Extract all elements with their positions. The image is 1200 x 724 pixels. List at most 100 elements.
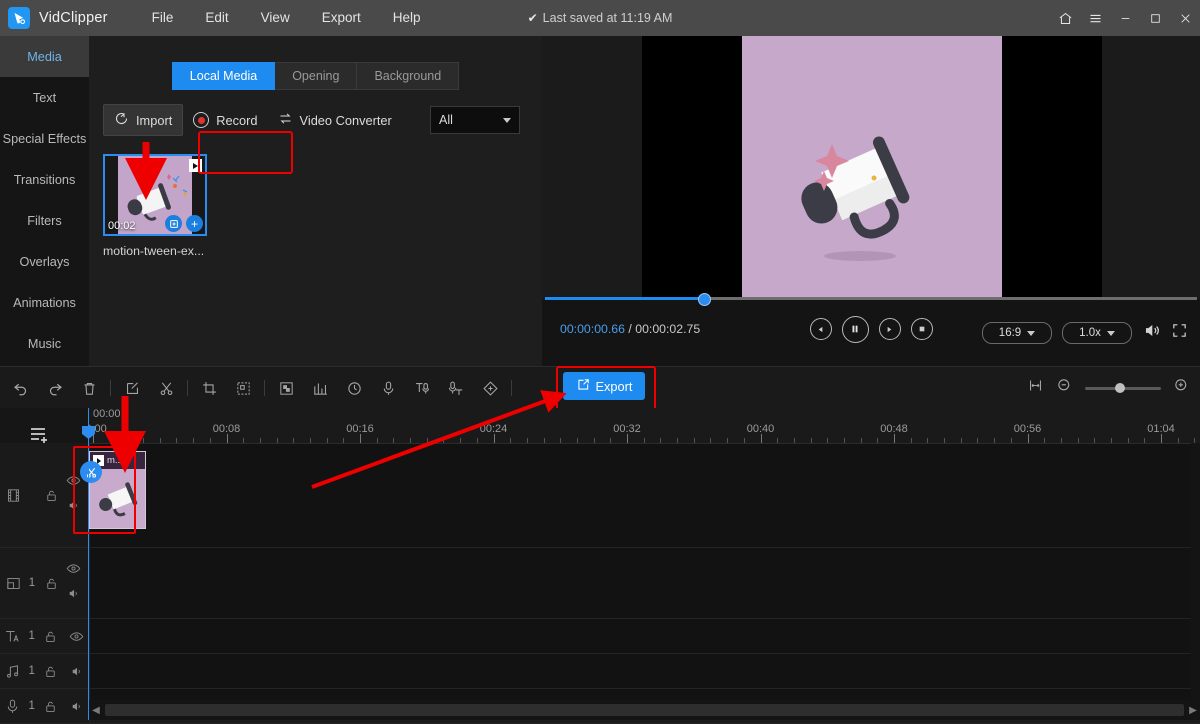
track-body-music[interactable] xyxy=(89,654,1200,688)
import-button[interactable]: Import xyxy=(103,104,184,136)
audio-waveform-icon[interactable] xyxy=(303,367,337,409)
media-toolbar: Import Record Video Converter All xyxy=(89,90,542,136)
step-back-icon[interactable] xyxy=(809,318,832,340)
scrollbar-thumb[interactable] xyxy=(105,704,1184,716)
sidebar-item-filters[interactable]: Filters xyxy=(0,200,89,241)
track-header-video xyxy=(0,443,90,547)
crop-icon[interactable] xyxy=(192,367,226,409)
add-to-track-icon[interactable] xyxy=(165,215,182,232)
redo-icon[interactable] xyxy=(38,367,72,409)
track-overlay[interactable]: 1 xyxy=(0,548,1200,619)
unlock-icon[interactable] xyxy=(38,629,64,644)
fit-timeline-icon[interactable] xyxy=(1027,377,1044,399)
media-thumbnail[interactable]: 00:02 + xyxy=(103,154,207,236)
chevron-down-icon xyxy=(503,117,511,123)
zoom-in-icon[interactable] xyxy=(1173,377,1190,399)
megaphone-art xyxy=(801,136,910,261)
tab-local-media[interactable]: Local Media xyxy=(171,62,276,90)
tab-opening[interactable]: Opening xyxy=(275,62,358,90)
menu-view[interactable]: View xyxy=(245,0,306,36)
zoom-slider-handle[interactable] xyxy=(1115,383,1125,393)
export-icon xyxy=(576,378,590,395)
chevron-left-icon[interactable]: ◀ xyxy=(89,705,103,716)
maximize-icon[interactable] xyxy=(1140,0,1170,36)
ruler-label: 00:56 xyxy=(1013,423,1042,435)
sidebar-item-transitions[interactable]: Transitions xyxy=(0,159,89,200)
speed-icon[interactable] xyxy=(337,367,371,409)
speech-to-text-icon[interactable] xyxy=(439,367,473,409)
aspect-ratio-select[interactable]: 16:9 xyxy=(982,322,1052,344)
track-count-text: 1 xyxy=(28,630,35,642)
unlock-icon[interactable] xyxy=(38,576,64,591)
hamburger-icon[interactable] xyxy=(1080,0,1110,36)
timeline-horizontal-scrollbar[interactable]: ◀ ▶ xyxy=(89,700,1200,720)
unlock-icon[interactable] xyxy=(38,488,64,503)
volume-icon[interactable] xyxy=(1142,321,1161,345)
mask-icon[interactable] xyxy=(226,367,260,409)
playback-speed-select[interactable]: 1.0x xyxy=(1062,322,1132,344)
media-duration: 00:02 xyxy=(108,220,136,232)
pause-icon[interactable] xyxy=(841,315,869,343)
track-count-overlay: 1 xyxy=(28,577,36,589)
keyframe-icon[interactable] xyxy=(473,367,507,409)
sidebar-item-special-effects[interactable]: Special Effects xyxy=(0,118,89,159)
plus-icon[interactable]: + xyxy=(186,215,203,232)
speaker-icon[interactable] xyxy=(66,499,81,517)
minimize-icon[interactable] xyxy=(1110,0,1140,36)
fullscreen-icon[interactable] xyxy=(1171,322,1188,344)
eye-icon[interactable] xyxy=(63,631,89,642)
undo-icon[interactable] xyxy=(4,367,38,409)
sidebar-item-animations[interactable]: Animations xyxy=(0,282,89,323)
scissors-icon[interactable] xyxy=(80,461,102,483)
preview-panel: 00:00:00.66 / 00:00:02.75 16:9 1.0x xyxy=(542,36,1200,366)
menu-edit[interactable]: Edit xyxy=(189,0,244,36)
sidebar-item-music[interactable]: Music xyxy=(0,323,89,364)
unlock-icon[interactable] xyxy=(38,699,64,714)
menu-file[interactable]: File xyxy=(136,0,190,36)
step-forward-icon[interactable] xyxy=(878,318,901,340)
preview-seekbar[interactable] xyxy=(542,293,1200,306)
video-converter-button[interactable]: Video Converter xyxy=(268,105,402,135)
menu-help[interactable]: Help xyxy=(377,0,437,36)
sidebar-item-overlays[interactable]: Overlays xyxy=(0,241,89,282)
playhead[interactable]: 00:00 xyxy=(82,408,121,720)
speaker-icon[interactable] xyxy=(63,700,89,713)
record-button[interactable]: Record xyxy=(183,106,267,134)
media-item[interactable]: 00:02 + motion-tween-ex... xyxy=(103,154,207,258)
split-icon[interactable] xyxy=(149,367,183,409)
zoom-out-icon[interactable] xyxy=(1056,377,1073,399)
media-filter-select[interactable]: All xyxy=(430,106,520,134)
edit-icon[interactable] xyxy=(115,367,149,409)
track-music[interactable]: 1 xyxy=(0,654,1200,689)
sidebar-item-text[interactable]: Text xyxy=(0,77,89,118)
track-body-text[interactable] xyxy=(89,619,1200,653)
home-icon[interactable] xyxy=(1050,0,1080,36)
zoom-slider[interactable] xyxy=(1085,383,1161,393)
letterbox-right xyxy=(1002,36,1102,299)
mosaic-icon[interactable] xyxy=(269,367,303,409)
track-body-video[interactable]: m... xyxy=(80,443,1200,547)
delete-icon[interactable] xyxy=(72,367,106,409)
timeline-ruler[interactable]: 00:00 00:08 00:16 00:24 00:32 00:40 00:48 00:56… xyxy=(89,408,1200,444)
stop-icon[interactable] xyxy=(910,318,933,340)
text-icon xyxy=(0,628,26,645)
ruler-tick-major xyxy=(760,434,762,443)
track-body-overlay[interactable] xyxy=(89,548,1200,618)
export-button[interactable]: Export xyxy=(563,372,645,400)
text-to-speech-icon[interactable] xyxy=(405,367,439,409)
ruler-tick-major xyxy=(894,434,895,443)
sidebar-item-media[interactable]: Media xyxy=(0,36,89,77)
speaker-icon[interactable] xyxy=(66,587,81,605)
chevron-right-icon[interactable]: ▶ xyxy=(1186,705,1200,716)
menu-export[interactable]: Export xyxy=(306,0,377,36)
close-icon[interactable] xyxy=(1170,0,1200,36)
tab-background[interactable]: Background xyxy=(357,62,460,90)
unlock-icon[interactable] xyxy=(38,664,64,679)
track-video[interactable]: m... xyxy=(0,443,1200,548)
eye-icon[interactable] xyxy=(66,561,81,579)
voiceover-icon[interactable] xyxy=(371,367,405,409)
speaker-icon[interactable] xyxy=(63,665,89,678)
track-text[interactable]: 1 xyxy=(0,619,1200,654)
timeline-vertical-scrollbar[interactable] xyxy=(1191,443,1200,700)
eye-icon[interactable] xyxy=(66,473,81,491)
